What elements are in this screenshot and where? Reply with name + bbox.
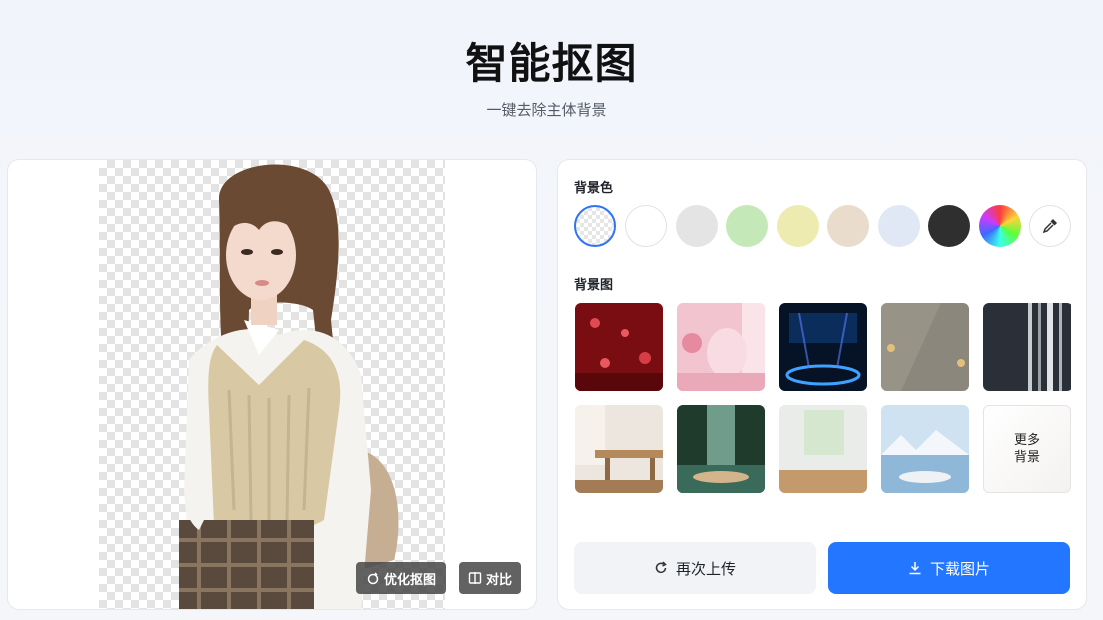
bg-thumb-forest-waterfall[interactable]: [677, 405, 765, 493]
eyedropper-icon: [1042, 219, 1057, 234]
bg-image-label: 背景图: [574, 278, 614, 293]
swatch-transparent[interactable]: [574, 205, 616, 247]
bg-thumb-pink-room[interactable]: [677, 303, 765, 391]
background-image-grid: 更多背景: [575, 303, 1073, 495]
bg-thumb-window-wood-table[interactable]: [779, 405, 867, 493]
compare-icon: [468, 572, 482, 584]
bg-thumb-red-hearts[interactable]: [575, 303, 663, 391]
more-backgrounds-label: 更多背景: [1013, 433, 1040, 465]
more-backgrounds-button[interactable]: 更多背景: [983, 405, 1071, 493]
cutout-subject-image: [179, 164, 399, 609]
bg-thumb-neon-stage[interactable]: [779, 303, 867, 391]
download-button[interactable]: 下载图片: [828, 542, 1070, 594]
preview-card: 优化抠图 对比: [7, 159, 537, 610]
swatch-custom-color-wheel[interactable]: [979, 205, 1021, 247]
settings-panel: 背景色 背景图 更多背景 再次上传 下载图片: [557, 159, 1087, 610]
page-subtitle: 一键去除主体背景: [486, 101, 607, 119]
magic-refine-icon: [367, 572, 379, 585]
bg-thumb-snow-mountain-lake[interactable]: [881, 405, 969, 493]
download-label: 下载图片: [929, 559, 990, 578]
swatch-light-yellow[interactable]: [777, 205, 819, 247]
reupload-button[interactable]: 再次上传: [574, 542, 816, 594]
download-icon: [909, 562, 921, 575]
swatch-light-green[interactable]: [726, 205, 768, 247]
swatch-beige[interactable]: [827, 205, 869, 247]
swatch-dark-gray[interactable]: [928, 205, 970, 247]
bg-thumb-gray-wall-lamps[interactable]: [881, 303, 969, 391]
eyedropper-button[interactable]: [1029, 205, 1071, 247]
bg-color-label: 背景色: [574, 181, 614, 196]
swatch-light-blue[interactable]: [878, 205, 920, 247]
reupload-label: 再次上传: [675, 559, 736, 578]
refresh-icon: [655, 561, 667, 574]
swatch-light-gray[interactable]: [676, 205, 718, 247]
refine-cutout-button[interactable]: 优化抠图: [356, 562, 446, 594]
swatch-white[interactable]: [625, 205, 667, 247]
bg-thumb-wooden-table-room[interactable]: [575, 405, 663, 493]
page-title: 智能抠图: [465, 39, 638, 88]
bg-thumb-dark-stripes[interactable]: [983, 303, 1073, 391]
refine-cutout-label: 优化抠图: [383, 572, 436, 588]
compare-label: 对比: [485, 572, 512, 588]
compare-button[interactable]: 对比: [459, 562, 521, 594]
